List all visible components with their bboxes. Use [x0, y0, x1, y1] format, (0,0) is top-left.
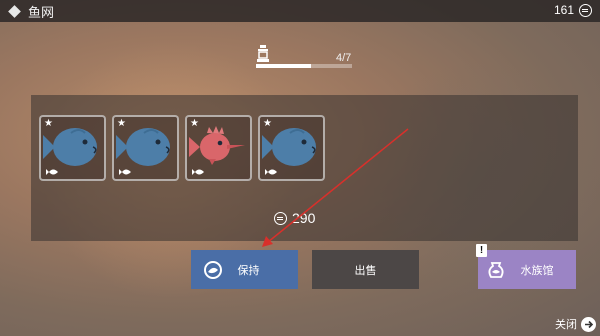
fish-type-icon	[119, 169, 131, 175]
net-capacity-icon	[257, 45, 269, 62]
coin-icon	[579, 3, 592, 17]
total-value: 290	[274, 210, 315, 226]
fish-type-icon	[265, 169, 277, 175]
aquarium-button-label: 水族馆	[520, 263, 554, 277]
blue-fish-icon	[262, 128, 316, 166]
fish-net-icon	[204, 261, 222, 279]
fish-slot[interactable]: ★	[258, 115, 325, 181]
red-spiny-fish-icon	[189, 126, 245, 165]
capacity-text: 4/7	[336, 52, 352, 64]
blue-fish-icon	[116, 128, 170, 166]
fishbowl-icon	[488, 262, 504, 278]
fish-slots: ★ ★ ★ ★	[39, 115, 325, 181]
fish-slot[interactable]: ★	[112, 115, 179, 181]
total-value-amount: 290	[292, 210, 316, 226]
sell-button-label: 出售	[354, 263, 377, 277]
alert-badge: !	[476, 244, 487, 257]
keep-button-label: 保持	[237, 263, 260, 277]
top-bar: 鱼网 161	[0, 0, 600, 22]
close-label: 关闭	[555, 318, 577, 331]
arrow-right-icon	[581, 316, 596, 332]
coin-count: 161	[553, 3, 574, 17]
coin-icon	[274, 211, 287, 225]
fish-slot[interactable]: ★	[185, 115, 252, 181]
keep-button[interactable]: 保持	[191, 250, 298, 289]
close-button[interactable]: 关闭	[555, 316, 596, 332]
page-title: 鱼网	[28, 5, 55, 21]
sell-button[interactable]: 出售	[312, 250, 419, 289]
capacity-bar	[256, 64, 352, 68]
blue-fish-icon	[43, 128, 97, 166]
fish-type-icon	[46, 169, 58, 175]
coin-counter: 161	[554, 3, 592, 17]
aquarium-button[interactable]: 水族馆	[478, 250, 576, 289]
capacity-bar-fill	[256, 64, 311, 68]
fish-type-icon	[192, 169, 204, 175]
fish-slot[interactable]: ★	[39, 115, 106, 181]
diamond-icon	[8, 4, 21, 18]
